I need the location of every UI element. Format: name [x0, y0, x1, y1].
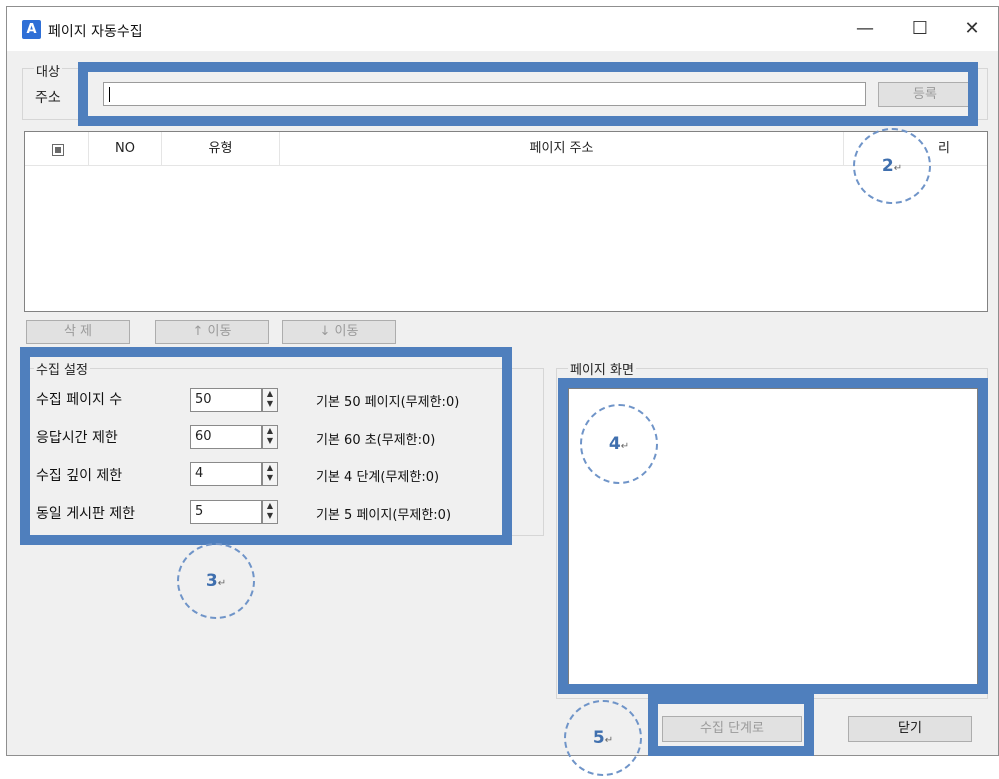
delete-button[interactable]: 삭 제 [26, 320, 130, 344]
column-type[interactable]: 유형 [162, 132, 280, 166]
highlight-box-settings [20, 347, 512, 545]
highlight-box-collect [648, 694, 814, 756]
column-page-address[interactable]: 페이지 주소 [280, 132, 844, 166]
app-logo-icon: A [22, 20, 41, 39]
highlight-box-address [78, 62, 978, 126]
select-all-checkbox[interactable] [52, 144, 64, 156]
window-title: 페이지 자동수집 [48, 24, 143, 40]
target-group-legend: 대상 [34, 61, 62, 80]
move-up-button[interactable]: ↑ 이동 [155, 320, 269, 344]
callout-2: 2↵ [853, 128, 931, 204]
column-no[interactable]: NO [89, 132, 162, 166]
callout-3: 3↵ [177, 543, 255, 619]
close-window-button[interactable]: ✕ [952, 14, 992, 44]
minimize-button[interactable]: — [845, 14, 885, 44]
page-view-legend: 페이지 화면 [568, 359, 636, 378]
callout-5: 5↵ [564, 700, 642, 776]
close-button[interactable]: 닫기 [848, 716, 972, 742]
move-down-button[interactable]: ↓ 이동 [282, 320, 396, 344]
address-label: 주소 [35, 90, 61, 106]
maximize-button[interactable]: ☐ [900, 14, 940, 44]
callout-4: 4↵ [580, 404, 658, 484]
